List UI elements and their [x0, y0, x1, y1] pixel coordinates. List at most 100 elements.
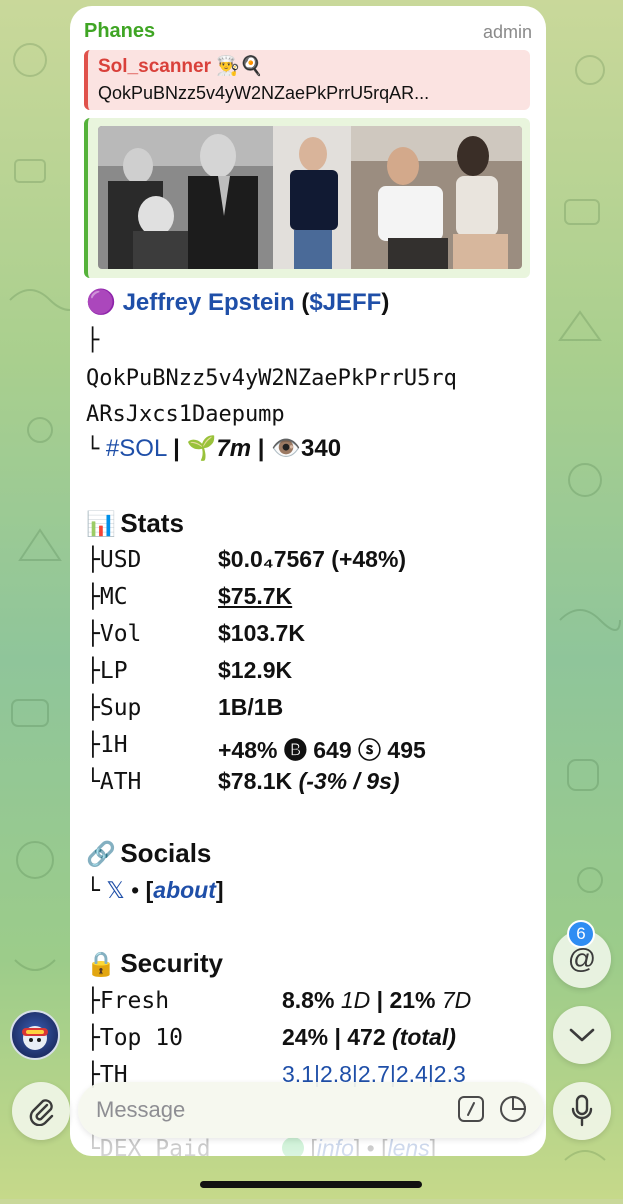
- token-title: 🟣 Jeffrey Epstein ($JEFF): [86, 288, 389, 317]
- top10-percent: 24%: [282, 1024, 329, 1050]
- stat-value-ath: $78.1K (-3% / 9s): [218, 768, 400, 795]
- message-placeholder: Message: [96, 1097, 186, 1122]
- eye-icon: 👁️: [271, 435, 301, 462]
- seedling-icon: 🌱: [186, 435, 217, 462]
- stat-value-volume: $103.7K: [218, 620, 305, 646]
- tree-branch-bottom: └: [86, 437, 100, 462]
- sticker-icon: [500, 1095, 527, 1122]
- message-header: Phanes admin: [84, 20, 532, 46]
- separator: |: [334, 1024, 341, 1050]
- microphone-icon: [571, 1094, 593, 1127]
- tree-branch: ├: [86, 695, 100, 721]
- paperclip-icon: [29, 1099, 54, 1126]
- stat-row-usd: ├USD $0.0₄7567 (+48%): [86, 546, 406, 578]
- fresh-values: 8.8% 1D | 21% 7D: [282, 987, 471, 1014]
- x-twitter-link[interactable]: 𝕏: [106, 877, 125, 903]
- stat-key: LP: [99, 658, 128, 684]
- fresh-7d-label: 7D: [441, 987, 472, 1013]
- stat-key: USD: [99, 547, 142, 573]
- fresh-1d-value: 8.8%: [282, 987, 335, 1013]
- contract-address-line-1[interactable]: QokPuBNzz5v4yW2NZaePkPrrU5rq: [86, 366, 457, 391]
- socials-title: Socials: [120, 838, 212, 868]
- contract-address-line-2[interactable]: ARsJxcs1Daepump: [86, 402, 285, 427]
- stat-value-1h: +48% 🅑 649 ⓢ 495: [218, 737, 426, 763]
- stat-key: 1H: [99, 732, 128, 758]
- socials-heading: 🔗 Socials: [86, 838, 211, 869]
- reply-quote[interactable]: Sol_scanner 👨‍🍳🍳 QokPuBNzz5v4yW2NZaePkPr…: [84, 50, 530, 110]
- stat-row-lp: ├LP $12.9K: [86, 657, 292, 689]
- ticker-close-paren: ): [381, 289, 390, 316]
- bot-commands-button[interactable]: [458, 1096, 484, 1122]
- stat-value-price: $0.0₄7567 (+48%): [218, 546, 407, 572]
- token-age: 7m: [216, 435, 252, 462]
- security-title: Security: [120, 948, 223, 978]
- stats-title: Stats: [120, 508, 184, 538]
- stat-row-ath: └ATH $78.1K (-3% / 9s): [86, 768, 400, 800]
- tree-branch: ├: [86, 547, 100, 573]
- mention-count-badge: 6: [567, 920, 595, 948]
- purple-circle-icon: 🟣: [86, 289, 116, 316]
- sender-avatar[interactable]: [10, 1010, 60, 1060]
- tree-branch: ├: [86, 621, 100, 647]
- attach-button[interactable]: [12, 1082, 70, 1140]
- security-heading: 🔒 Security: [86, 948, 223, 979]
- bullet: •: [131, 877, 140, 903]
- stat-key: Vol: [99, 621, 142, 647]
- sender-name[interactable]: Phanes: [84, 20, 155, 43]
- tree-branch: ├: [86, 584, 100, 610]
- security-row-fresh: ├Fresh 8.8% 1D | 21% 7D: [86, 987, 471, 1019]
- ath-change: (-3% / 9s): [298, 768, 400, 794]
- token-name-link[interactable]: Jeffrey Epstein: [123, 289, 295, 316]
- view-count: 340: [301, 435, 342, 462]
- chain-hashtag-link[interactable]: #SOL: [106, 435, 166, 462]
- tree-branch: └: [86, 878, 100, 904]
- voice-message-button[interactable]: [553, 1082, 611, 1140]
- security-key: Fresh: [99, 988, 170, 1014]
- security-row-top10: ├Top 10 24% | 472 (total): [86, 1024, 456, 1056]
- reply-author: Sol_scanner 👨‍🍳🍳: [98, 56, 264, 77]
- stat-row-vol: ├Vol $103.7K: [86, 620, 305, 652]
- stat-value-marketcap-link[interactable]: $75.7K: [218, 583, 292, 610]
- stat-key: MC: [99, 584, 128, 610]
- token-meta-line: └ #SOL | 🌱7m | 👁️340: [86, 434, 341, 463]
- message-bubble: Phanes admin Sol_scanner 👨‍🍳🍳 QokPuBNzz5…: [70, 6, 546, 1156]
- tree-branch: ├: [86, 732, 100, 758]
- chevron-down-icon: [569, 1028, 595, 1042]
- fresh-7d-value: 21%: [389, 987, 436, 1013]
- separator: |: [376, 987, 384, 1013]
- link-preview[interactable]: [84, 118, 530, 278]
- tree-branch: ├: [86, 658, 100, 684]
- link-icon: 🔗: [86, 841, 116, 868]
- stat-key: ATH: [99, 769, 142, 795]
- stat-value-liquidity: $12.9K: [218, 657, 293, 683]
- tree-branch: ├: [86, 988, 100, 1014]
- separator: |: [173, 435, 180, 462]
- ath-price: $78.1K: [218, 768, 293, 794]
- holder-total-label: (total): [392, 1024, 456, 1050]
- separator: |: [257, 435, 265, 462]
- tree-branch: └: [86, 769, 100, 795]
- holder-total: 472: [347, 1024, 386, 1050]
- home-indicator: [200, 1181, 422, 1188]
- reply-preview-text: QokPuBNzz5v4yW2NZaePkPrrU5rqAR...: [98, 83, 430, 103]
- top10-values: 24% | 472 (total): [282, 1024, 456, 1051]
- slash-icon: [467, 1102, 475, 1116]
- token-ticker-link[interactable]: $JEFF: [309, 289, 381, 316]
- stat-value-supply: 1B/1B: [218, 694, 284, 720]
- bracket-close: ]: [215, 877, 224, 903]
- stats-heading: 📊 Stats: [86, 508, 184, 539]
- tree-branch-top: ├: [86, 328, 100, 353]
- fresh-1d-label: 1D: [340, 987, 371, 1013]
- about-link[interactable]: about: [153, 877, 216, 903]
- scroll-down-button[interactable]: [553, 1006, 611, 1064]
- message-input[interactable]: Message: [78, 1082, 544, 1138]
- preview-image[interactable]: [98, 126, 522, 269]
- tree-branch: ├: [86, 1025, 100, 1051]
- sender-role-badge: admin: [482, 22, 532, 42]
- stat-row-mc: ├MC $75.7K: [86, 583, 292, 615]
- lock-icon: 🔒: [86, 951, 116, 978]
- sticker-button[interactable]: [498, 1094, 528, 1124]
- socials-row: └ 𝕏 • [about]: [86, 877, 224, 909]
- stat-row-1h: ├1H +48% 🅑 649 ⓢ 495: [86, 731, 426, 763]
- security-key: Top 10: [99, 1025, 183, 1051]
